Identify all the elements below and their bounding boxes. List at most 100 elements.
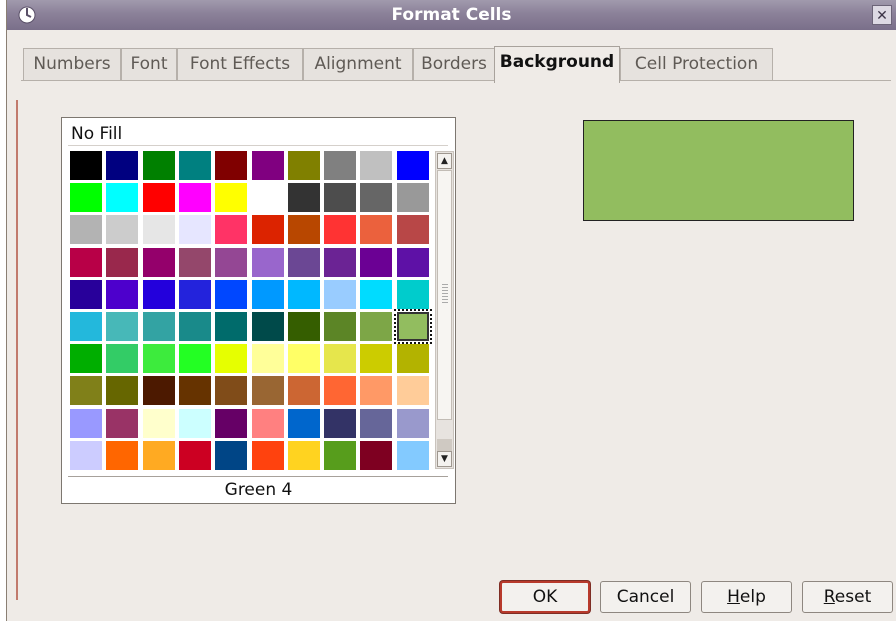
color-swatch[interactable]	[215, 376, 248, 406]
color-swatch[interactable]	[324, 279, 357, 309]
color-swatch[interactable]	[215, 344, 248, 374]
color-swatch[interactable]	[396, 247, 429, 277]
color-swatch[interactable]	[287, 247, 320, 277]
color-swatch[interactable]	[215, 440, 248, 470]
color-swatch[interactable]	[324, 247, 357, 277]
tab-background[interactable]: Background	[494, 46, 620, 83]
color-swatch[interactable]	[142, 215, 175, 245]
color-swatch[interactable]	[215, 312, 248, 341]
palette-scrollbar[interactable]: ▲ ▼	[435, 151, 454, 469]
color-swatch[interactable]	[106, 183, 139, 213]
color-swatch[interactable]	[142, 151, 175, 180]
color-swatch[interactable]	[360, 151, 393, 180]
color-swatch[interactable]	[215, 215, 248, 245]
color-swatch[interactable]	[251, 376, 284, 406]
color-swatch[interactable]	[142, 247, 175, 277]
no-fill-option[interactable]: No Fill	[68, 124, 448, 146]
color-swatch[interactable]	[287, 408, 320, 438]
color-swatch[interactable]	[70, 247, 102, 277]
color-swatch[interactable]	[142, 408, 175, 438]
color-swatch[interactable]	[215, 183, 248, 213]
color-swatch[interactable]	[178, 344, 211, 374]
color-swatch[interactable]	[360, 279, 393, 309]
color-swatch[interactable]	[396, 440, 429, 470]
color-swatch[interactable]	[215, 247, 248, 277]
color-swatch[interactable]	[360, 247, 393, 277]
color-swatch[interactable]	[70, 215, 102, 245]
ok-button[interactable]: OK	[500, 581, 590, 613]
color-swatch[interactable]	[251, 312, 284, 341]
color-swatch[interactable]	[324, 408, 357, 438]
color-swatch[interactable]	[324, 440, 357, 470]
color-swatch[interactable]	[106, 151, 139, 180]
color-swatch[interactable]	[287, 440, 320, 470]
color-swatch[interactable]	[142, 312, 175, 341]
color-swatch[interactable]	[287, 376, 320, 406]
color-swatch[interactable]	[142, 183, 175, 213]
color-swatch[interactable]	[396, 344, 429, 374]
color-swatch[interactable]	[106, 440, 139, 470]
color-swatch[interactable]	[360, 215, 393, 245]
tab-borders[interactable]: Borders	[413, 48, 495, 80]
color-swatch[interactable]	[287, 344, 320, 374]
color-swatch[interactable]	[106, 312, 139, 341]
color-swatch[interactable]	[324, 151, 357, 180]
color-swatch[interactable]	[287, 151, 320, 180]
color-swatch[interactable]	[251, 151, 284, 180]
color-swatch[interactable]	[324, 215, 357, 245]
color-swatch[interactable]	[324, 344, 357, 374]
color-swatch[interactable]	[360, 408, 393, 438]
color-swatch[interactable]	[70, 408, 102, 438]
color-swatch[interactable]	[360, 440, 393, 470]
color-swatch[interactable]	[70, 312, 102, 341]
color-swatch[interactable]	[106, 279, 139, 309]
color-swatch[interactable]	[70, 279, 102, 309]
color-swatch[interactable]	[106, 376, 139, 406]
close-button[interactable]: ✕	[872, 5, 892, 25]
color-swatch[interactable]	[251, 183, 284, 213]
color-swatch[interactable]	[396, 183, 429, 213]
title-bar[interactable]: Format Cells ✕	[7, 0, 896, 30]
tab-font-effects[interactable]: Font Effects	[177, 48, 303, 80]
color-swatch[interactable]	[142, 344, 175, 374]
color-swatch[interactable]	[360, 183, 393, 213]
color-swatch[interactable]	[287, 279, 320, 309]
color-swatch[interactable]	[178, 279, 211, 309]
scroll-down-button[interactable]: ▼	[437, 451, 452, 467]
color-swatch[interactable]	[70, 151, 102, 180]
scroll-up-button[interactable]: ▲	[437, 153, 452, 169]
color-swatch[interactable]	[70, 440, 102, 470]
color-swatch[interactable]	[106, 344, 139, 374]
color-swatch[interactable]	[215, 279, 248, 309]
color-swatch[interactable]	[178, 151, 211, 180]
color-swatch[interactable]	[142, 376, 175, 406]
color-swatch[interactable]	[360, 344, 393, 374]
color-swatch[interactable]	[396, 215, 429, 245]
color-swatch[interactable]	[178, 408, 211, 438]
color-swatch[interactable]	[70, 376, 102, 406]
color-swatch[interactable]	[324, 312, 357, 341]
color-swatch[interactable]	[178, 376, 211, 406]
color-swatch[interactable]	[393, 309, 432, 344]
color-swatch[interactable]	[251, 408, 284, 438]
color-swatch[interactable]	[106, 408, 139, 438]
color-swatch[interactable]	[178, 440, 211, 470]
color-swatch[interactable]	[324, 376, 357, 406]
color-swatch[interactable]	[251, 215, 284, 245]
color-swatch[interactable]	[251, 440, 284, 470]
color-swatch[interactable]	[178, 312, 211, 341]
color-swatch[interactable]	[215, 151, 248, 180]
color-swatch[interactable]	[287, 215, 320, 245]
color-swatch[interactable]	[70, 344, 102, 374]
tab-cell-protection[interactable]: Cell Protection	[620, 48, 773, 80]
color-swatch[interactable]	[251, 279, 284, 309]
color-swatch[interactable]	[215, 408, 248, 438]
color-swatch[interactable]	[178, 183, 211, 213]
color-swatch[interactable]	[70, 183, 102, 213]
color-swatch[interactable]	[178, 215, 211, 245]
scroll-thumb[interactable]	[437, 170, 452, 420]
cancel-button[interactable]: Cancel	[600, 581, 691, 613]
tab-font[interactable]: Font	[121, 48, 177, 80]
color-swatch[interactable]	[360, 312, 393, 341]
tab-numbers[interactable]: Numbers	[23, 48, 121, 80]
